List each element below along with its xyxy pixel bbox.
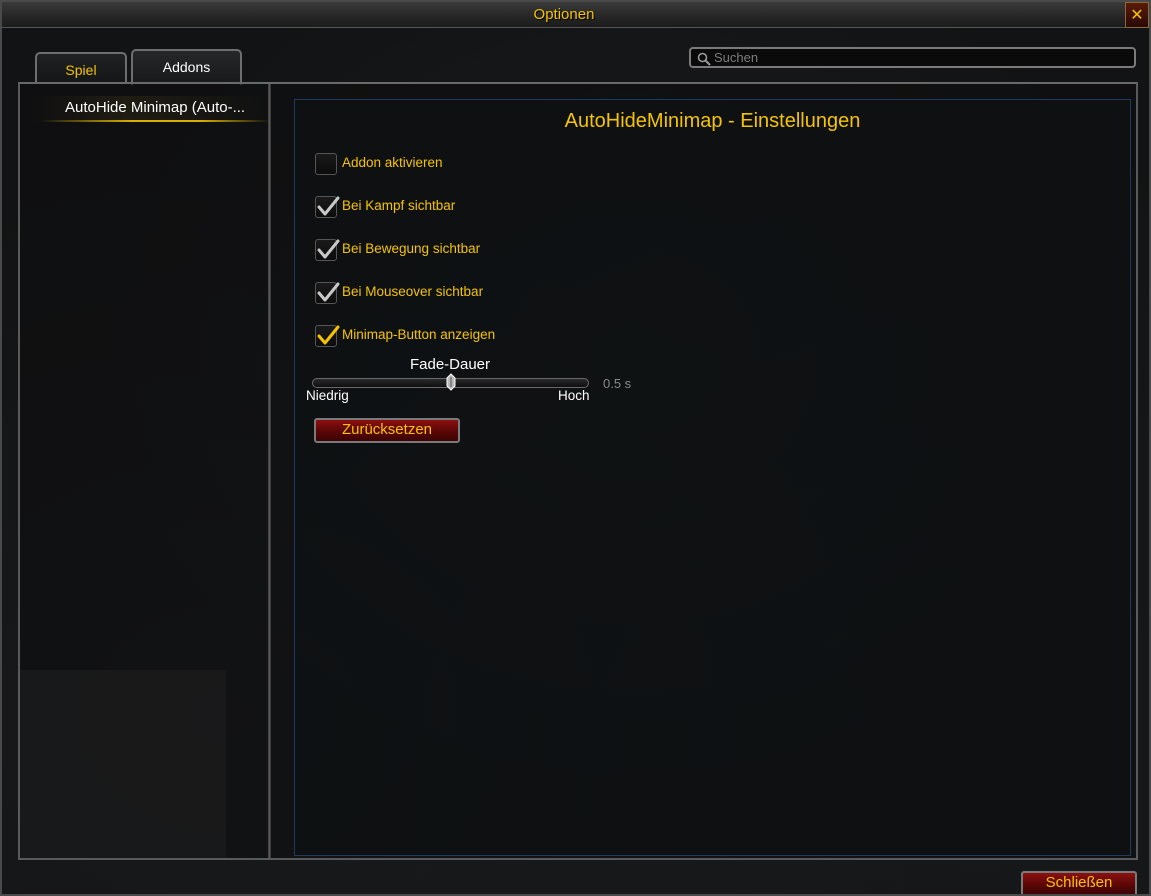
checkbox-minimap-button-anzeigen[interactable] [315, 325, 340, 347]
close-icon: ✕ [1130, 5, 1144, 24]
search-box[interactable] [689, 47, 1136, 68]
slider-thumb-icon[interactable] [446, 373, 456, 391]
option-label: Bei Kampf sichtbar [342, 198, 456, 213]
tab-addons-label: Addons [162, 59, 211, 75]
close-button-label: Schließen [1045, 874, 1113, 891]
checkbox-bei-mouseover-sichtbar[interactable] [315, 282, 340, 304]
option-label: Bei Mouseover sichtbar [342, 284, 484, 299]
option-label: Bei Bewegung sichtbar [342, 241, 481, 256]
tab-spiel-label: Spiel [65, 62, 97, 78]
sidebar-item-label: AutoHide Minimap (Auto-... [65, 99, 246, 116]
checkmark-icon [317, 239, 340, 259]
sidebar-item-autohide-minimap[interactable]: AutoHide Minimap (Auto-... [30, 96, 270, 122]
checkbox-addon-aktivieren[interactable] [315, 153, 337, 175]
search-input[interactable] [714, 49, 1124, 66]
slider-low-label: Niedrig [306, 388, 349, 403]
sidebar-background-shade [20, 670, 226, 858]
reset-button-label: Zurücksetzen [341, 421, 433, 438]
search-icon [697, 52, 711, 66]
options-window: Optionen ✕ Spiel Addons AutoHide Minimap… [0, 0, 1151, 896]
title-bar[interactable]: Optionen [2, 2, 1126, 28]
close-x-button[interactable]: ✕ [1125, 2, 1149, 28]
slider-high-label: Hoch [558, 388, 590, 403]
slider-title: Fade-Dauer [409, 356, 491, 373]
reset-button[interactable]: Zurücksetzen [314, 418, 460, 443]
close-button[interactable]: Schließen [1021, 871, 1137, 894]
tab-addons[interactable]: Addons [131, 49, 242, 85]
tab-spiel[interactable]: Spiel [35, 52, 127, 84]
option-label: Addon aktivieren [342, 155, 443, 170]
option-label: Minimap-Button anzeigen [342, 327, 496, 342]
sidebar-divider[interactable] [268, 84, 271, 858]
window-title: Optionen [533, 6, 595, 23]
slider-value: 0.5 s [603, 376, 632, 391]
panel-title: AutoHideMinimap - Einstellungen [564, 110, 861, 132]
checkmark-icon [317, 196, 340, 216]
checkbox-bei-bewegung-sichtbar[interactable] [315, 239, 340, 261]
checkmark-icon [317, 325, 340, 345]
checkmark-icon [317, 282, 340, 302]
checkbox-bei-kampf-sichtbar[interactable] [315, 196, 340, 218]
